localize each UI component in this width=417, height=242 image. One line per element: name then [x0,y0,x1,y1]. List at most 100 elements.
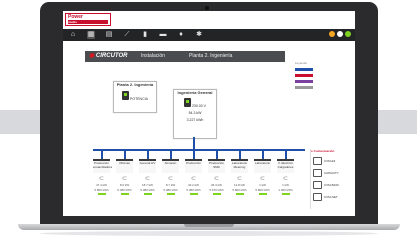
legend-swatch [295,86,313,89]
header-bar: ◉ CIRCUTOR Instalación Planta 2. Ingenie… [85,51,285,62]
device-icon [313,157,322,165]
feeder-name: Almacén [162,159,179,173]
device-item[interactable]: CVM-B100 [313,181,347,189]
status-indicator [166,193,175,195]
feeder-kwh: 5.800 kWh [232,188,247,192]
feeder-line [193,149,195,159]
device-item[interactable]: CVM-NET [313,193,347,201]
feeder-name: Laboratorio Metering [231,159,248,173]
laptop-frame: Power studio ⌂ ▦ ▤ ⟋ ▮ ▬ ♦ ✱ ◉ CIRCUTOR … [40,2,378,224]
feeder-line [124,149,126,159]
feeder-name: Laboratorio [254,159,271,173]
general-title: Ingeniería General [177,90,213,95]
device-label: CAPACITY [324,171,339,175]
breaker-icon: ⊂ [282,176,289,182]
panel-title-text: Comunicación [313,149,335,153]
book-icon[interactable]: ▬ [159,31,167,39]
feeder-card[interactable]: General HV ⊂ 18.7 kW 5.380 kWh [139,149,156,205]
laptop-shadow [40,231,378,236]
breaker-icon: ⊂ [98,176,105,182]
feeder-name: Oficinas [116,159,133,173]
legend-swatch [295,80,313,83]
general-v1: 230.00 V [191,104,206,108]
planta-value: POTENCIA [130,97,148,101]
status-indicator [97,193,106,195]
feeder-name: Producción [185,159,202,173]
feeder-card[interactable]: Oficinas ⊂ 8.6 kW 5.380 kWh [116,149,133,205]
status-indicator [143,193,152,195]
main-toolbar: ⌂ ▦ ▤ ⟋ ▮ ▬ ♦ ✱ [63,29,355,41]
status-indicators [329,31,351,37]
camera-icon [205,6,209,10]
meter-icon [184,98,191,107]
feeder-line [101,149,103,159]
user-icon [337,31,343,37]
legend-swatch [295,74,313,77]
feeder-kwh: 5.380 kWh [140,188,155,192]
general-v2: 54.3 kW [188,111,202,115]
online-status-icon [345,31,351,37]
feeder-line [239,149,241,159]
breaker-icon: ⊂ [259,176,266,182]
app-logo: Power studio [65,13,111,26]
meter-icon [122,91,130,100]
status-indicator [212,193,221,195]
feeder-name: General HV [139,159,156,173]
breaker-icon: ⊂ [144,176,151,182]
feeder-card[interactable]: Producción SMD ⊂ 36.3 kW 5.670 kWh [208,149,225,205]
breaker-icon: ⊂ [167,176,174,182]
document-icon[interactable]: ▤ [105,31,113,39]
device-label: CVM-E3 [324,159,336,163]
breaker-icon: ⊂ [213,176,220,182]
breadcrumb-instalacion[interactable]: Instalación [141,51,165,62]
brand-text: CIRCUTOR [95,53,128,59]
legend: Leyenda [295,61,341,92]
home-icon[interactable]: ⌂ [69,31,77,39]
feeder-line [216,149,218,159]
status-indicator [281,193,290,195]
device-item[interactable]: CAPACITY [313,169,347,177]
status-indicator [258,193,267,195]
status-indicator [235,193,244,195]
planta-box[interactable]: Planta 2. Ingeniería POTENCIA [113,81,157,113]
legend-swatch [295,68,313,71]
general-box[interactable]: Ingeniería General 230.00 V 54.3 kW 3.22… [173,89,217,139]
general-v3: 3.227 kWh [186,118,204,122]
feeder-card[interactable]: Almacén ⊂ 8.7 kW 5.380 kWh [162,149,179,205]
feeder-card[interactable]: Producción ⊂ 43.2 kW 5.380 kWh [185,149,202,205]
feeder-kwh: 5.800 kWh [255,188,270,192]
feeder-card[interactable]: V. Eléctrico Cargadores ⊂ 1 kW 1.000 kWh [277,149,294,205]
logo-line2: studio [68,20,108,24]
feeder-kw: 36.3 kW [210,183,222,187]
device-panel: ● Comunicación CVM-E3 CAPACITY CVM-B100 … [310,149,349,209]
bell-icon[interactable]: ♦ [177,31,185,39]
feeder-line [262,149,264,159]
breadcrumb-planta[interactable]: Planta 2. Ingeniería [189,51,232,62]
bars-icon[interactable]: ▮ [141,31,149,39]
device-icon [313,181,322,189]
feeder-kwh: 1.000 kWh [278,188,293,192]
feeder-kw: 43.2 kW [187,183,199,187]
feeder-card[interactable]: Laboratorio ⊂ 1 kW 5.800 kWh [254,149,271,205]
feeder-kwh: 5.380 kWh [117,188,132,192]
feeder-card[interactable]: Laboratorio Metering ⊂ 12.8 kW 5.800 kWh [231,149,248,205]
feeder-name: V. Eléctrico Cargadores [277,159,294,173]
feeder-kwh: 5.800 kWh [94,188,109,192]
feeder-card[interactable]: Producción ensambladora ⊂ 47.4 kW 5.800 kWh [93,149,112,205]
grid-icon[interactable]: ▦ [87,31,95,39]
breaker-icon: ⊂ [236,176,243,182]
breaker-icon: ⊂ [121,176,128,182]
feeder-kwh: 5.670 kWh [209,188,224,192]
feeder-kwh: 5.380 kWh [186,188,201,192]
panel-title: ● Comunicación [311,149,335,153]
status-indicator [189,193,198,195]
feeder-kw: 47.4 kW [95,183,107,187]
laptop-notch [184,224,234,227]
chart-icon[interactable]: ⟋ [123,31,131,39]
feeder-name: Producción SMD [208,159,225,173]
device-item[interactable]: CVM-E3 [313,157,347,165]
feeder-kw: 1 kW [282,183,289,187]
gear-icon[interactable]: ✱ [195,31,203,39]
feeder-kw: 8.7 kW [165,183,176,187]
feeder-line [170,149,172,159]
